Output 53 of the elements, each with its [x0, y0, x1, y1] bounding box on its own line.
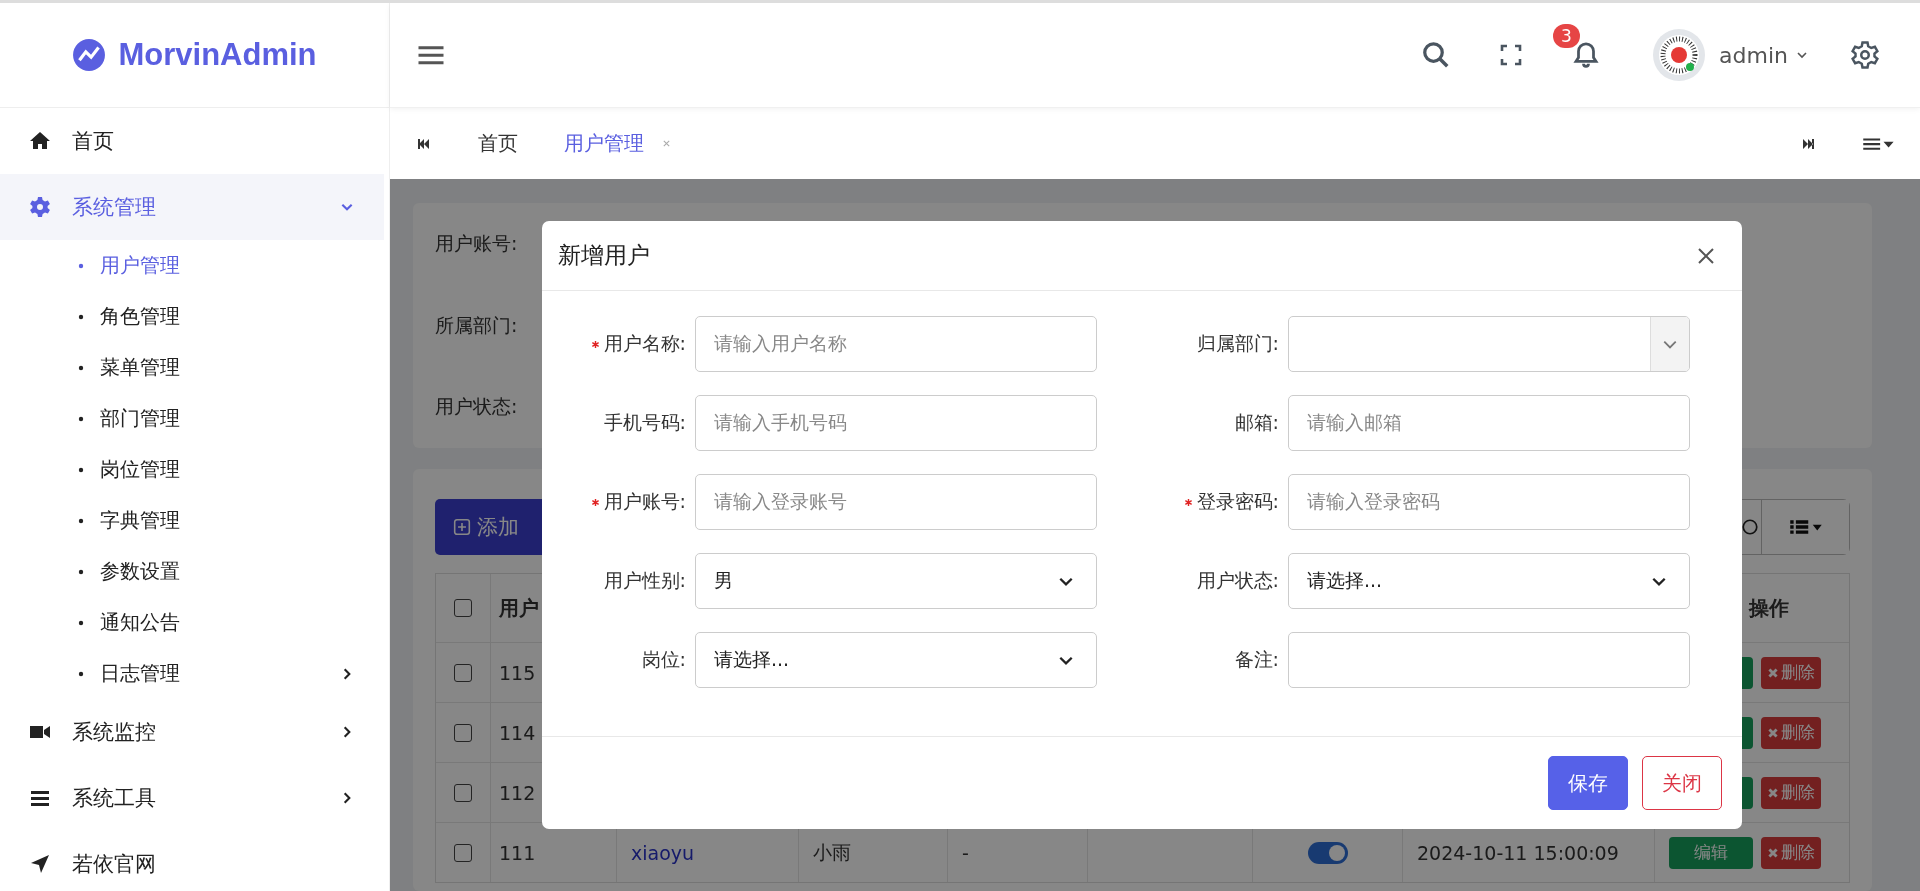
submenu-item[interactable]: 部门管理 [0, 393, 389, 444]
submenu-item[interactable]: 角色管理 [0, 291, 389, 342]
notification-badge: 3 [1553, 24, 1580, 48]
username-dropdown[interactable]: admin [1719, 42, 1788, 68]
table-cell: 115 [499, 661, 536, 684]
table-cell: - [962, 841, 969, 864]
field-label: 归属部门: [1196, 331, 1279, 356]
submenu-item[interactable]: 通知公告 [0, 597, 389, 648]
table-cell-text: 小雨 [813, 839, 851, 865]
submenu-item[interactable]: 岗位管理 [0, 444, 389, 495]
submenu-item[interactable]: 日志管理 [0, 648, 389, 699]
column-header: 操作 [1749, 594, 1789, 622]
field-label: 用户性别: [603, 568, 686, 593]
select-field[interactable]: 男 [695, 553, 1097, 609]
table-cell: 112 [499, 781, 536, 804]
submenu-item[interactable]: 用户管理 [0, 240, 389, 291]
save-button[interactable]: 保存 [1548, 756, 1628, 810]
menu-item[interactable]: 首页 [0, 108, 384, 174]
input-field[interactable]: 请输入用户名称 [695, 316, 1097, 372]
brand-name: MorvinAdmin [118, 37, 317, 73]
field-label: 用户账号: [603, 489, 686, 514]
submenu-item[interactable]: 菜单管理 [0, 342, 389, 393]
tab[interactable]: 首页 [478, 130, 518, 157]
submenu-item[interactable]: 字典管理 [0, 495, 389, 546]
field-label: 岗位: [641, 647, 686, 672]
menu-item[interactable]: 若依官网 [0, 831, 384, 891]
column-header: 用户 [499, 594, 539, 622]
input-field[interactable]: 请输入邮箱 [1288, 395, 1690, 451]
dialog-title: 新增用户 [558, 241, 650, 270]
field-label: 用户状态: [1196, 568, 1279, 593]
input-field[interactable]: 请输入登录密码 [1288, 474, 1690, 530]
input-field[interactable]: 请输入手机号码 [695, 395, 1097, 451]
search-label: 用户账号: [435, 231, 518, 256]
submenu-item[interactable]: 参数设置 [0, 546, 389, 597]
account-link[interactable]: xiaoyu [631, 841, 695, 864]
search-label: 用户状态: [435, 394, 518, 419]
menu-item[interactable]: 系统监控 [0, 699, 384, 765]
field-label: 手机号码: [603, 410, 686, 435]
menu-item[interactable]: 系统管理 [0, 174, 384, 240]
field-label: 用户名称: [603, 331, 686, 356]
field-label: 邮箱: [1234, 410, 1279, 435]
menu-item[interactable]: 系统工具 [0, 765, 384, 831]
search-label: 所属部门: [435, 312, 518, 338]
field-label: 登录密码: [1196, 489, 1279, 514]
table-cell: 2024-10-11 15:00:09 [1417, 841, 1619, 864]
select-field[interactable]: 请选择... [695, 632, 1097, 688]
field-label: 备注: [1234, 647, 1279, 672]
input-field[interactable]: 请输入登录账号 [695, 474, 1097, 530]
table-cell: 111 [499, 841, 536, 864]
table-cell: 114 [499, 721, 536, 744]
select-field[interactable]: 请选择... [1288, 553, 1690, 609]
close-button[interactable]: 关闭 [1642, 756, 1722, 810]
tab[interactable]: 用户管理 [564, 130, 671, 157]
